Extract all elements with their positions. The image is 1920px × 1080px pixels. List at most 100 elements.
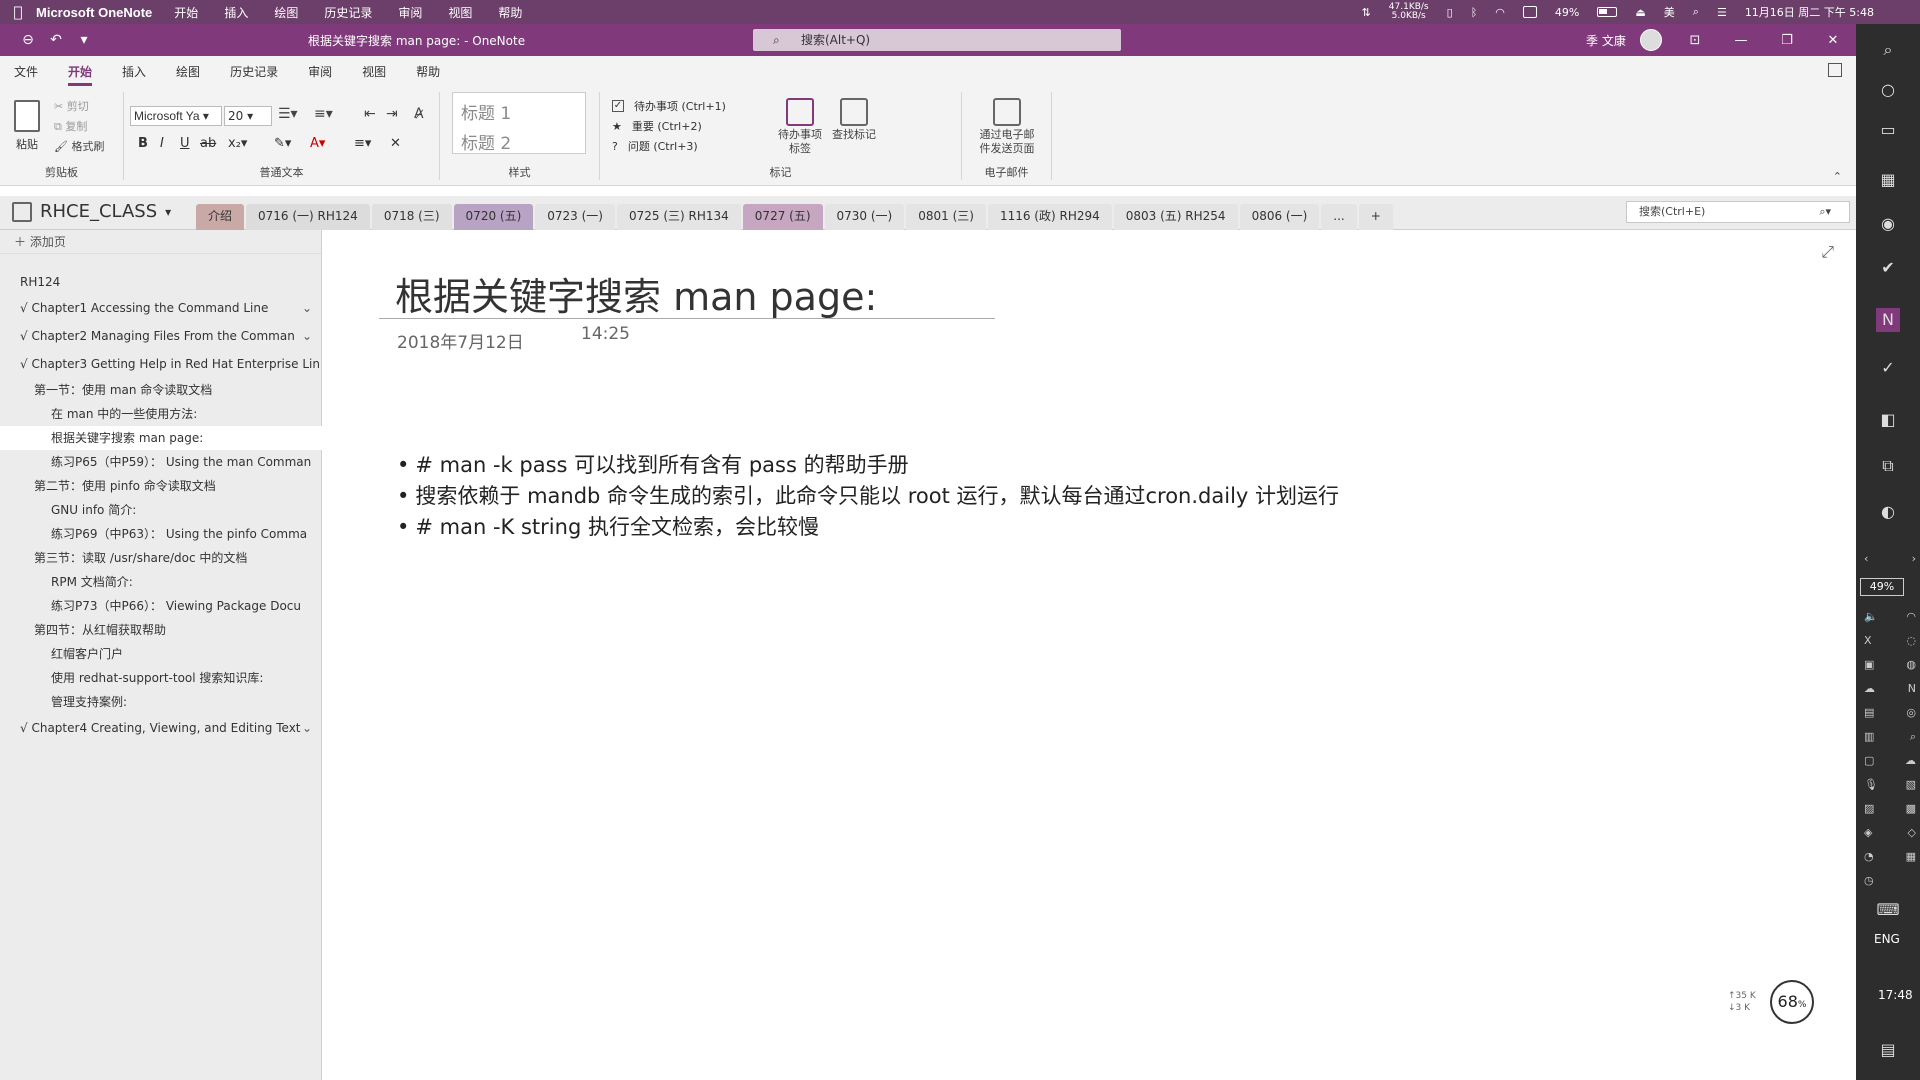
- page-item[interactable]: 练习P69（中P63）： Using the pinfo Comma: [0, 522, 322, 546]
- notification-icon[interactable]: ▤: [1876, 1038, 1900, 1062]
- display-icon[interactable]: [1522, 6, 1537, 18]
- italic-icon[interactable]: I: [160, 136, 164, 151]
- app-tray-icon[interactable]: ▣: [1864, 658, 1874, 671]
- collapse-ribbon-icon[interactable]: ⌃: [1833, 170, 1842, 183]
- avatar[interactable]: [1640, 29, 1662, 51]
- menu-help[interactable]: 帮助: [498, 4, 522, 21]
- app-tray-icon[interactable]: ▩: [1906, 802, 1916, 815]
- section-tab[interactable]: 介绍: [196, 204, 245, 230]
- tab-draw[interactable]: 绘图: [176, 59, 200, 84]
- undo-icon[interactable]: ↶: [42, 32, 70, 48]
- onenote-tray-icon[interactable]: N: [1908, 682, 1916, 695]
- indent-icon[interactable]: ⇥: [386, 106, 398, 122]
- input-language[interactable]: ENG: [1874, 932, 1900, 946]
- tab-history[interactable]: 历史记录: [230, 59, 278, 84]
- menu-view[interactable]: 视图: [448, 4, 472, 21]
- close-icon[interactable]: ✕: [1810, 33, 1856, 48]
- clock-tray-icon[interactable]: ◷: [1864, 874, 1874, 887]
- app-icon[interactable]: ◉: [1876, 212, 1900, 236]
- restore-icon[interactable]: ❐: [1764, 33, 1810, 48]
- app-tray-icon[interactable]: ◈: [1864, 826, 1872, 839]
- clear-format-icon[interactable]: A̷: [414, 106, 424, 122]
- app-tray-icon[interactable]: ▥: [1864, 730, 1874, 744]
- menu-history[interactable]: 历史记录: [324, 4, 372, 21]
- font-size-select[interactable]: 20 ▾: [224, 106, 272, 126]
- app-menu-name[interactable]: Microsoft OneNote: [36, 5, 152, 20]
- notebook-panel-icon[interactable]: [1828, 63, 1842, 77]
- page-item[interactable]: √ Chapter3 Getting Help in Red Hat Enter…: [0, 350, 322, 378]
- chevron-down-icon[interactable]: ⌄: [302, 322, 312, 350]
- section-tab[interactable]: 0720 (五): [453, 204, 534, 230]
- menu-review[interactable]: 审阅: [398, 4, 422, 21]
- style-heading-1[interactable]: 标题 1: [461, 99, 511, 124]
- app-tray-icon[interactable]: ◍: [1906, 658, 1916, 671]
- mute-icon[interactable]: 🔈: [1864, 610, 1878, 623]
- paste-button[interactable]: 粘贴: [16, 136, 38, 152]
- format-painter-button[interactable]: 🖌 格式刷: [54, 138, 104, 154]
- app-icon[interactable]: ✔: [1876, 256, 1900, 280]
- copy-button[interactable]: ⧉ 复制: [54, 118, 87, 134]
- app-tray-icon[interactable]: ◌: [1906, 634, 1916, 647]
- tray-scroll[interactable]: ‹ ›: [1864, 552, 1916, 565]
- chevron-down-icon[interactable]: ⌄: [302, 714, 312, 742]
- section-tab[interactable]: 0725 (三) RH134: [616, 204, 741, 230]
- section-tab[interactable]: 0730 (一): [824, 204, 905, 230]
- page-item[interactable]: √ Chapter4 Creating, Viewing, and Editin…: [0, 714, 322, 742]
- ribbon-display-icon[interactable]: ⊡: [1672, 33, 1718, 48]
- page-item[interactable]: 使用 redhat-support-tool 搜索知识库:: [0, 666, 322, 690]
- section-tab[interactable]: 0801 (三): [906, 204, 986, 230]
- menu-insert[interactable]: 插入: [224, 4, 248, 21]
- tag-important[interactable]: ★ 重要 (Ctrl+2): [612, 118, 702, 134]
- app-icon[interactable]: ▦: [1876, 168, 1900, 192]
- search-icon[interactable]: ⌕: [1876, 38, 1900, 62]
- chevron-right-icon[interactable]: ›: [1912, 552, 1916, 565]
- page-item[interactable]: 第三节：读取 /usr/share/doc 中的文档: [0, 546, 322, 570]
- wifi-icon[interactable]: ◠: [1495, 6, 1505, 19]
- page-item[interactable]: 在 man 中的一些使用方法:: [0, 402, 322, 426]
- tab-insert[interactable]: 插入: [122, 59, 146, 84]
- section-search-input[interactable]: 搜索(Ctrl+E) ⌕▾: [1626, 201, 1850, 223]
- tab-view[interactable]: 视图: [362, 59, 386, 84]
- page-item[interactable]: 第一节：使用 man 命令读取文档: [0, 378, 322, 402]
- bullets-icon[interactable]: ☰▾: [278, 106, 298, 122]
- tag-todo[interactable]: ✓ 待办事项 (Ctrl+1): [612, 98, 726, 114]
- style-heading-2[interactable]: 标题 2: [461, 129, 511, 154]
- taskbar-clock[interactable]: 17:48: [1878, 988, 1913, 1002]
- apple-icon[interactable]: : [0, 3, 36, 21]
- note-bullet[interactable]: # man -k pass 可以找到所有含有 pass 的帮助手册: [397, 450, 1339, 481]
- minimize-icon[interactable]: —: [1718, 33, 1764, 48]
- eject-icon[interactable]: ⏏: [1635, 6, 1645, 19]
- highlight-icon[interactable]: ✎▾: [274, 136, 291, 151]
- section-tab[interactable]: 0806 (一): [1239, 204, 1320, 230]
- x-icon[interactable]: X: [1864, 634, 1872, 647]
- sync-icon[interactable]: ⇅: [1362, 6, 1371, 19]
- app-tray-icon[interactable]: ▧: [1906, 778, 1916, 791]
- page-item[interactable]: 管理支持案例:: [0, 690, 322, 714]
- note-bullet[interactable]: 搜索依赖于 mandb 命令生成的索引，此命令只能以 root 运行，默认每台通…: [397, 481, 1339, 512]
- search-icon[interactable]: ⌕: [1693, 5, 1699, 19]
- subscript-icon[interactable]: x₂▾: [228, 136, 247, 151]
- menu-home[interactable]: 开始: [174, 4, 198, 21]
- tab-home[interactable]: 开始: [68, 59, 93, 86]
- section-tab[interactable]: 1116 (政) RH294: [987, 204, 1112, 230]
- section-tab[interactable]: 0716 (一) RH124: [246, 204, 370, 230]
- font-name-select[interactable]: Microsoft Ya ▾: [130, 106, 222, 126]
- paste-icon[interactable]: [14, 100, 40, 132]
- quick-access-icon[interactable]: ▾: [70, 32, 98, 48]
- wifi-icon[interactable]: ◠: [1906, 610, 1916, 623]
- page-item[interactable]: 第二节：使用 pinfo 命令读取文档: [0, 474, 322, 498]
- delete-icon[interactable]: ✕: [390, 136, 401, 151]
- page-item[interactable]: 红帽客户门户: [0, 642, 322, 666]
- tag-question[interactable]: ? 问题 (Ctrl+3): [612, 138, 698, 154]
- todo-tag-button[interactable]: 待办事项 标签: [770, 98, 830, 156]
- cortana-icon[interactable]: ○: [1876, 78, 1900, 102]
- bold-icon[interactable]: B: [138, 136, 148, 151]
- mic-icon[interactable]: 🎙: [1864, 778, 1878, 791]
- app-tray-icon[interactable]: ▨: [1864, 802, 1874, 815]
- bluetooth-icon[interactable]: ᛒ: [1471, 6, 1478, 19]
- page-item-selected[interactable]: 根据关键字搜索 man page:: [0, 426, 322, 450]
- page-item[interactable]: GNU info 简介:: [0, 498, 322, 522]
- underline-icon[interactable]: U: [180, 136, 190, 151]
- section-tab[interactable]: 0803 (五) RH254: [1113, 204, 1238, 230]
- app-icon[interactable]: ⧉: [1876, 454, 1900, 478]
